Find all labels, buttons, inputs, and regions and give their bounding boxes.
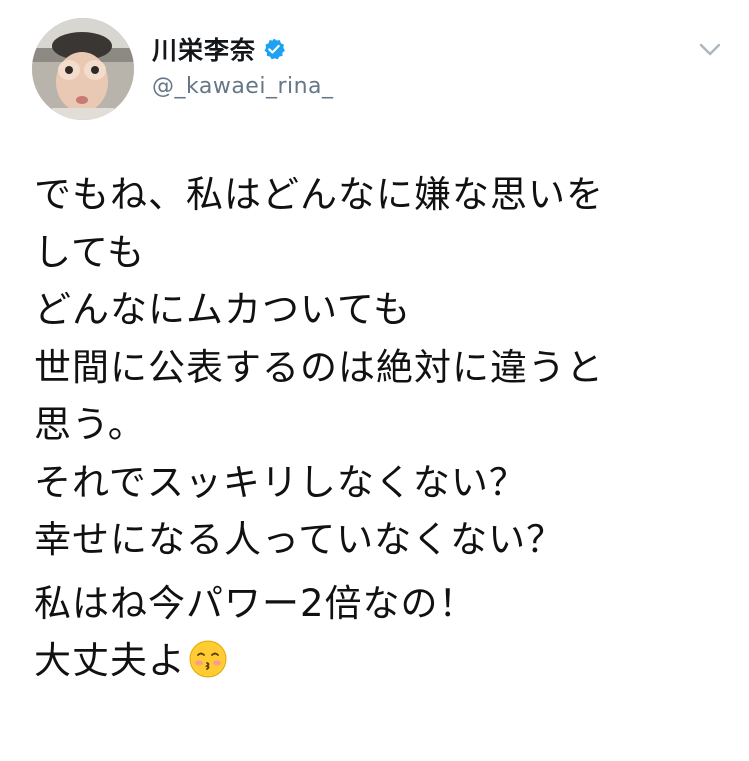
display-name-row: 川栄李奈 [152,32,334,66]
tweet-line: でもね、私はどんなに嫌な思いを [34,173,604,216]
tweet-line: どんなにムカついても [34,288,412,331]
tweet-line: しても [34,230,146,274]
chevron-down-icon[interactable] [698,42,722,58]
tweet-line: 世間に公表するのは絶対に違うと [34,345,604,389]
tweet-line: 幸せになる人っていなくない？ [34,518,565,561]
tweet-line: 思う。 [34,403,146,446]
tweet-line-last: 大丈夫よ [34,632,724,690]
user-handle[interactable]: @_kawaei_rina_ [152,74,334,99]
tweet-line: 私はね今パワー2倍なの！ [34,581,477,625]
tweet-header: 川栄李奈 @_kawaei_rina_ [32,18,722,123]
kissing-face-with-closed-eyes-emoji [189,640,227,678]
avatar[interactable] [32,18,134,120]
tweet-card: 川栄李奈 @_kawaei_rina_ でもね、私はどんなに嫌な思いを しても … [0,0,749,761]
display-name[interactable]: 川栄李奈 [152,31,256,67]
tweet-line-text: 大丈夫よ [34,639,186,682]
tweet-line: それでスッキリしなくない？ [34,460,527,504]
user-names: 川栄李奈 @_kawaei_rina_ [152,32,334,99]
verified-badge-icon [264,38,285,60]
tweet-text: でもね、私はどんなに嫌な思いを しても どんなにムカついても 世間に公表するのは… [34,166,724,690]
profile-photo [32,18,134,120]
